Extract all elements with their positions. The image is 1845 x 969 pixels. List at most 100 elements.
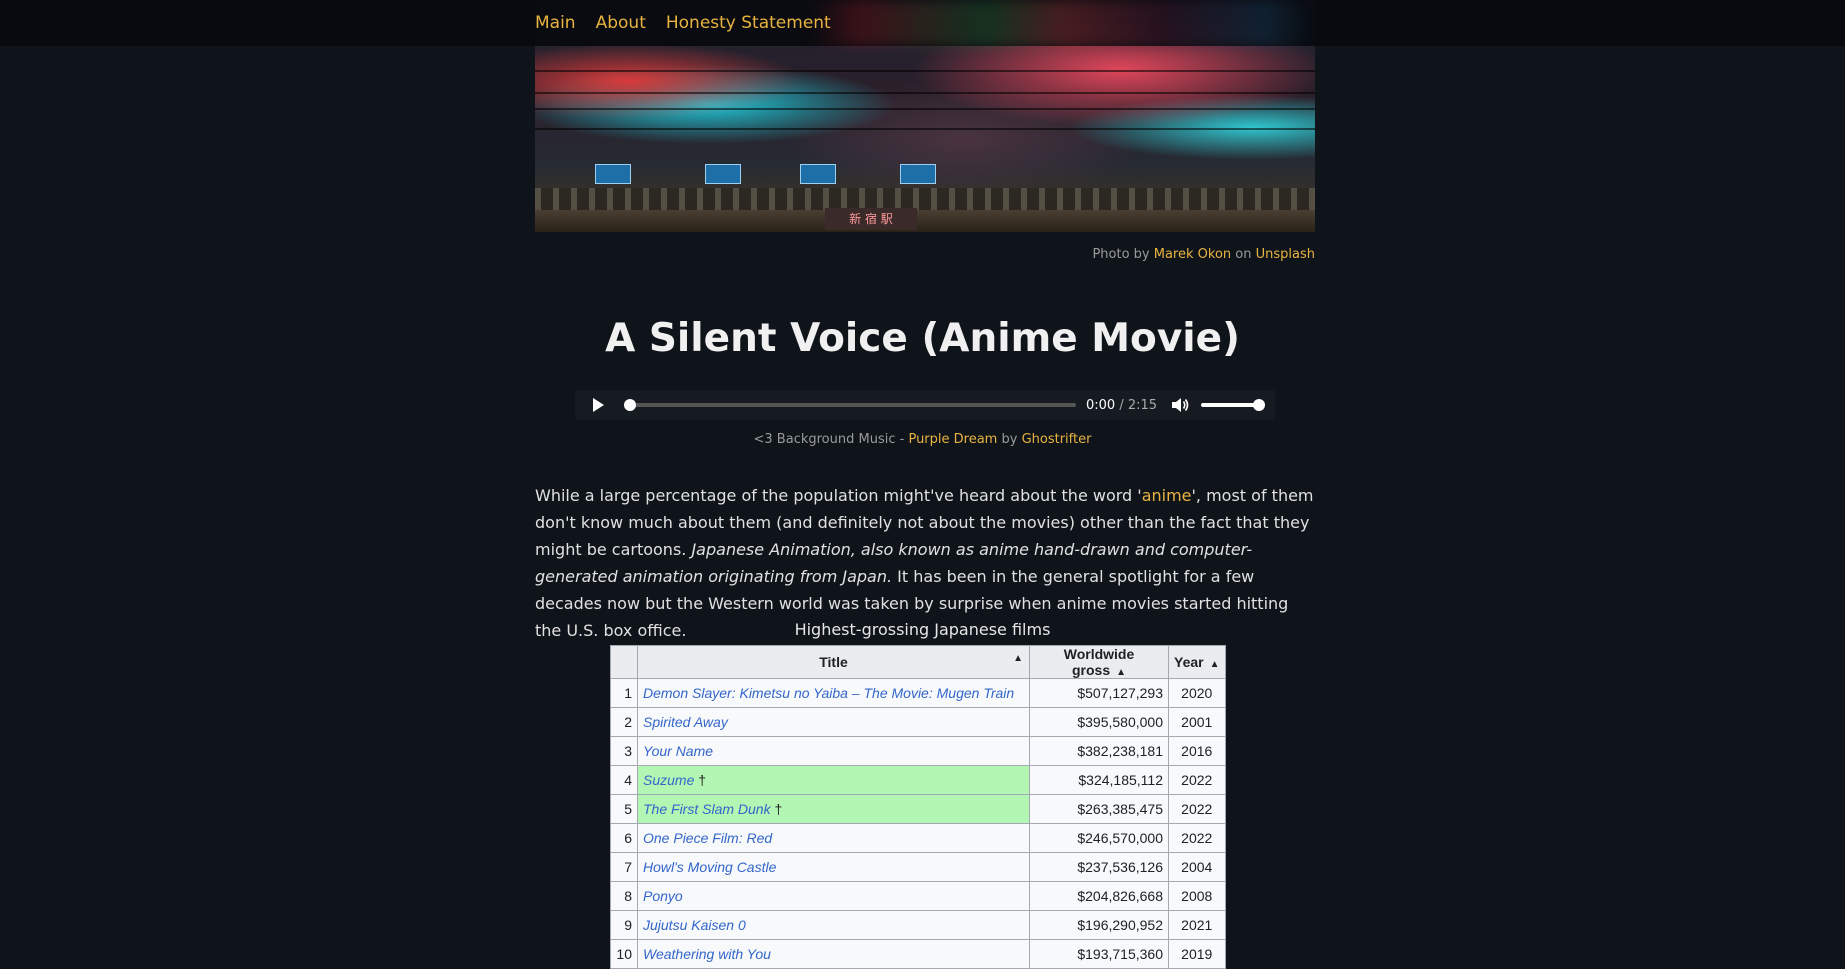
title-column-header[interactable]: Title ▲︎ — [637, 645, 1030, 679]
nav-link-honesty-statement[interactable]: Honesty Statement — [666, 13, 831, 33]
year-cell: 2022 — [1168, 823, 1226, 853]
table-row: 9 Jujutsu Kaisen 0 $196,290,952 2021 — [610, 910, 1226, 940]
gross-column-header[interactable]: Worldwide gross ▲︎ — [1029, 645, 1169, 679]
rank-cell: 1 — [610, 678, 638, 708]
dagger-mark: † — [698, 772, 707, 788]
nav-link-main[interactable]: Main — [535, 13, 576, 33]
film-title-link[interactable]: Ponyo — [643, 888, 683, 904]
table-row: 5 The First Slam Dunk † $263,385,475 2022 — [610, 794, 1226, 824]
rank-cell: 2 — [610, 707, 638, 737]
audio-player: 0:00 / 2:15 — [575, 390, 1275, 420]
music-track-link[interactable]: Purple Dream — [908, 432, 997, 447]
rank-cell: 8 — [610, 881, 638, 911]
year-cell: 2016 — [1168, 736, 1226, 766]
rank-cell: 6 — [610, 823, 638, 853]
year-cell: 2001 — [1168, 707, 1226, 737]
year-cell: 2020 — [1168, 678, 1226, 708]
intro-text-1: While a large percentage of the populati… — [535, 486, 1142, 505]
title-header-label: Title — [819, 654, 848, 670]
volume-slider[interactable] — [1201, 399, 1266, 411]
sort-icon[interactable]: ▲︎ — [1210, 659, 1220, 670]
year-cell: 2004 — [1168, 852, 1226, 882]
sort-icon[interactable]: ▲︎ — [1116, 667, 1126, 678]
photo-author-link[interactable]: Marek Okon — [1154, 247, 1231, 262]
table-row: 8 Ponyo $204,826,668 2008 — [610, 881, 1226, 911]
rank-cell: 5 — [610, 794, 638, 824]
duration: 2:15 — [1127, 397, 1158, 413]
table-row: 1 Demon Slayer: Kimetsu no Yaiba – The Mo… — [610, 678, 1226, 708]
year-cell: 2022 — [1168, 765, 1226, 795]
table-row: 4 Suzume † $324,185,112 2022 — [610, 765, 1226, 795]
photo-credit: Photo by Marek Okon on Unsplash — [1092, 247, 1315, 262]
film-title-link[interactable]: Your Name — [643, 743, 713, 759]
current-time: 0:00 — [1086, 397, 1116, 413]
year-column-header[interactable]: Year ▲︎ — [1168, 645, 1226, 679]
photo-credit-prefix: Photo by — [1092, 247, 1150, 262]
page-title: A Silent Voice (Anime Movie) — [605, 316, 1240, 361]
music-credit-middle: by — [1001, 432, 1018, 447]
audio-progress-slider[interactable] — [624, 399, 1076, 411]
table-row: 10 Weathering with You $193,715,360 2019 — [610, 939, 1226, 969]
rank-cell: 7 — [610, 852, 638, 882]
table-caption: Highest-grossing Japanese films — [794, 620, 1051, 639]
music-artist-link[interactable]: Ghostrifter — [1022, 432, 1092, 447]
gross-cell: $395,580,000 — [1029, 707, 1169, 737]
time-separator: / — [1119, 397, 1124, 413]
year-cell: 2021 — [1168, 910, 1226, 940]
main-nav: Main About Honesty Statement — [535, 0, 831, 46]
table-row: 6 One Piece Film: Red $246,570,000 2022 — [610, 823, 1226, 853]
table-row: 2 Spirited Away $395,580,000 2001 — [610, 707, 1226, 737]
title-cell: Suzume † — [637, 765, 1030, 795]
sort-icon[interactable]: ▲︎ — [1013, 653, 1023, 664]
title-cell: Jujutsu Kaisen 0 — [637, 910, 1030, 940]
title-cell: One Piece Film: Red — [637, 823, 1030, 853]
progress-knob[interactable] — [624, 399, 636, 411]
gross-cell: $324,185,112 — [1029, 765, 1169, 795]
film-title-link[interactable]: Spirited Away — [643, 714, 728, 730]
title-cell: Demon Slayer: Kimetsu no Yaiba – The Mov… — [637, 678, 1030, 708]
title-cell: Howl's Moving Castle — [637, 852, 1030, 882]
year-cell: 2008 — [1168, 881, 1226, 911]
film-title-link[interactable]: The First Slam Dunk — [643, 801, 771, 817]
anime-link[interactable]: anime — [1142, 486, 1192, 505]
gross-cell: $263,385,475 — [1029, 794, 1169, 824]
dagger-mark: † — [774, 801, 783, 817]
gross-cell: $193,715,360 — [1029, 939, 1169, 969]
year-cell: 2019 — [1168, 939, 1226, 969]
year-header-label: Year — [1174, 654, 1204, 670]
gross-cell: $246,570,000 — [1029, 823, 1169, 853]
table-body: 1 Demon Slayer: Kimetsu no Yaiba – The Mo… — [610, 678, 1226, 969]
gross-cell: $237,536,126 — [1029, 852, 1169, 882]
rank-cell: 10 — [610, 939, 638, 969]
rank-header — [610, 645, 638, 679]
volume-icon[interactable] — [1171, 397, 1189, 413]
title-cell: Your Name — [637, 736, 1030, 766]
title-cell: Spirited Away — [637, 707, 1030, 737]
photo-site-link[interactable]: Unsplash — [1256, 247, 1315, 262]
film-title-link[interactable]: Suzume — [643, 772, 694, 788]
photo-credit-middle: on — [1235, 247, 1252, 262]
film-title-link[interactable]: Weathering with You — [643, 946, 771, 962]
gross-cell: $196,290,952 — [1029, 910, 1169, 940]
film-title-link[interactable]: Demon Slayer: Kimetsu no Yaiba – The Mov… — [643, 685, 1014, 701]
rank-cell: 3 — [610, 736, 638, 766]
top-navigation-bar: Main About Honesty Statement — [0, 0, 1845, 46]
gross-cell: $507,127,293 — [1029, 678, 1169, 708]
table-row: 7 Howl's Moving Castle $237,536,126 2004 — [610, 852, 1226, 882]
audio-time: 0:00 / 2:15 — [1086, 398, 1157, 413]
nav-link-about[interactable]: About — [596, 13, 646, 33]
table-row: 3 Your Name $382,238,181 2016 — [610, 736, 1226, 766]
film-title-link[interactable]: Jujutsu Kaisen 0 — [643, 917, 746, 933]
rank-cell: 4 — [610, 765, 638, 795]
title-cell: The First Slam Dunk † — [637, 794, 1030, 824]
volume-knob[interactable] — [1253, 399, 1266, 411]
station-sign: 新 宿 駅 — [825, 208, 917, 230]
play-icon[interactable] — [593, 398, 604, 412]
rank-cell: 9 — [610, 910, 638, 940]
film-title-link[interactable]: Howl's Moving Castle — [643, 859, 776, 875]
film-title-link[interactable]: One Piece Film: Red — [643, 830, 772, 846]
gross-cell: $382,238,181 — [1029, 736, 1169, 766]
title-cell: Ponyo — [637, 881, 1030, 911]
highest-grossing-table: Title ▲︎ Worldwide gross ▲︎ Year ▲︎ 1 Demon … — [610, 645, 1226, 969]
music-credit-prefix: <3 Background Music - — [753, 432, 905, 447]
